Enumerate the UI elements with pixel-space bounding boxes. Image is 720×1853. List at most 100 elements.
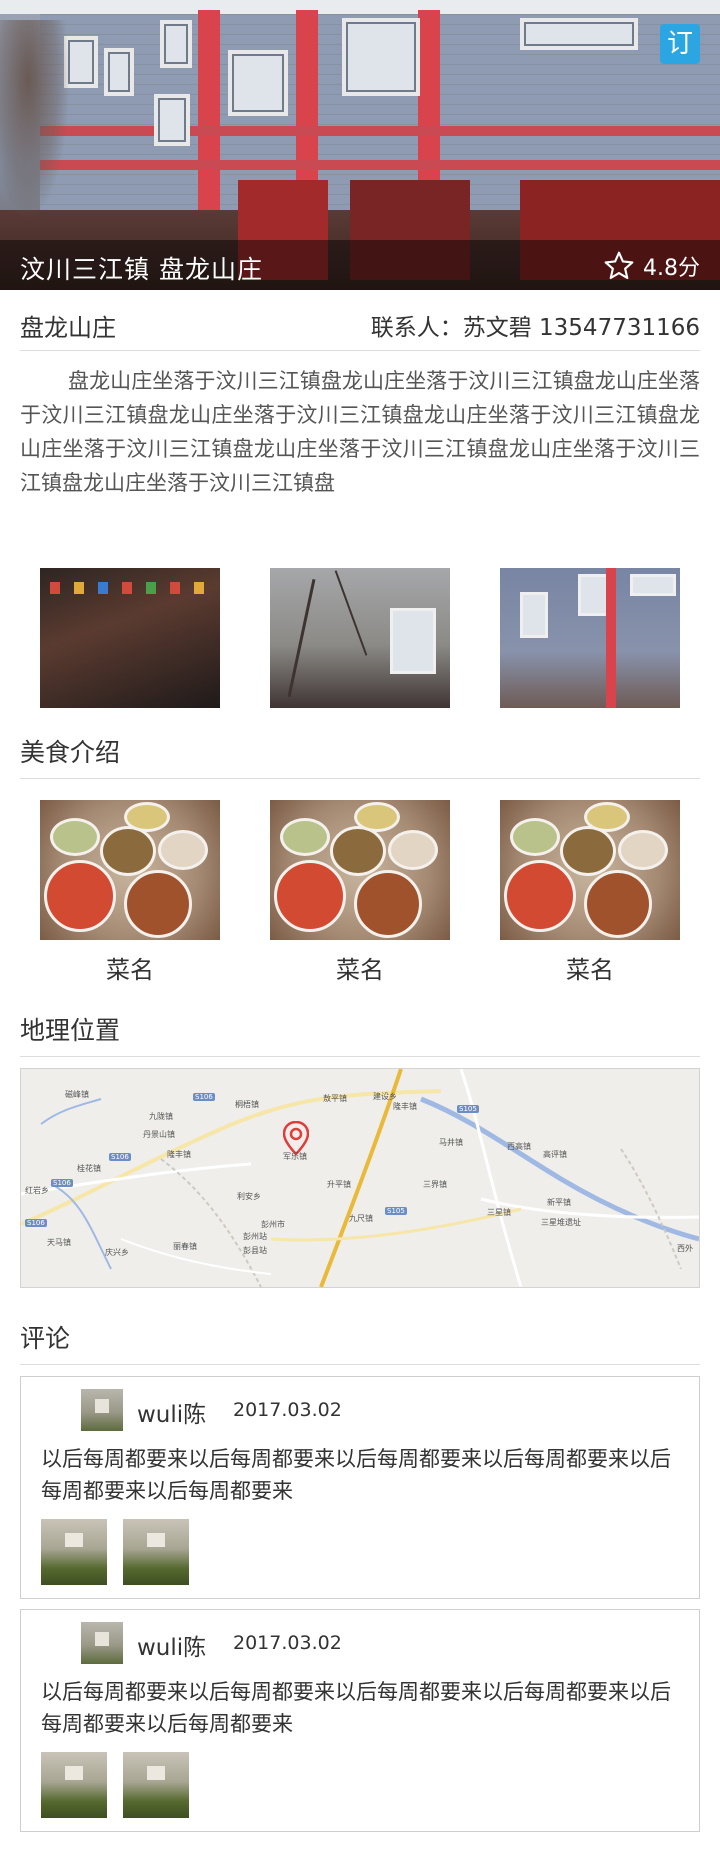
hero-red-pillar [198, 10, 220, 240]
map-road-tag: S105 [457, 1105, 479, 1113]
dish-detail [560, 826, 616, 876]
photo-detail [122, 582, 132, 594]
dish-item[interactable]: 菜名 [500, 800, 680, 985]
map-pin-icon[interactable] [283, 1121, 309, 1155]
dish-detail [158, 830, 208, 870]
map-road-tag: S106 [51, 1179, 73, 1187]
map-place-label: 西外 [677, 1244, 693, 1253]
map-place-label: 彭县站 [243, 1246, 267, 1255]
comment-photos [41, 1752, 189, 1818]
rating: 4.8分 [603, 250, 700, 282]
book-button[interactable]: 订 [660, 24, 700, 64]
map-place-label: 高评镇 [543, 1150, 567, 1159]
dish-detail [330, 826, 386, 876]
venue-name: 盘龙山庄 [20, 313, 116, 342]
rating-value: 4.8分 [643, 256, 700, 281]
photo-detail [334, 570, 368, 656]
map-place-label: 三星堆遗址 [541, 1218, 581, 1227]
map-place-label: 三星镇 [487, 1208, 511, 1217]
map-place-label: 桐梧镇 [235, 1100, 259, 1109]
photo-detail [170, 582, 180, 594]
photo-detail [630, 574, 676, 596]
avatar[interactable] [81, 1622, 123, 1664]
hero-title: 汶川三江镇 盘龙山庄 [20, 255, 263, 284]
dish-image[interactable] [270, 800, 450, 940]
comment-date: 2017.03.02 [233, 1632, 342, 1654]
photo-detail [390, 608, 436, 674]
hero-window [520, 18, 638, 50]
location-map[interactable]: 磁峰镇 九陇镇 桐梧镇 敖平镇 建设乡 隆丰镇 丹景山镇 隆丰镇 军乐镇 马井镇… [20, 1068, 700, 1288]
comment-card: wuli陈 2017.03.02 以后每周都要来以后每周都要来以后每周都要来以后… [20, 1376, 700, 1599]
dish-detail [584, 802, 630, 832]
photo-detail [606, 568, 616, 708]
map-place-label: 磁峰镇 [65, 1090, 89, 1099]
map-place-label: 马井镇 [439, 1138, 463, 1147]
dish-detail [388, 830, 438, 870]
hero-sky [0, 0, 720, 14]
hero-banner: 汶川三江镇 盘龙山庄 4.8分 订 [0, 0, 720, 290]
dish-detail [50, 818, 100, 856]
gallery-photo[interactable] [40, 568, 220, 708]
photo-gallery [40, 568, 680, 708]
photo-detail [146, 582, 156, 594]
hero-window [342, 18, 420, 96]
dish-item[interactable]: 菜名 [40, 800, 220, 985]
contact-info[interactable]: 联系人：苏文碧 13547731166 [371, 308, 700, 342]
dish-name: 菜名 [106, 956, 154, 984]
star-outline-icon[interactable] [603, 250, 635, 282]
dish-name: 菜名 [566, 956, 614, 984]
dish-detail [44, 860, 116, 932]
map-place-label: 西高镇 [507, 1142, 531, 1151]
map-road-tag: S106 [193, 1093, 215, 1101]
map-place-label: 军乐镇 [283, 1152, 307, 1161]
comment-photos [41, 1519, 189, 1585]
avatar[interactable] [81, 1389, 123, 1431]
comment-photo[interactable] [123, 1519, 189, 1585]
dish-detail [280, 818, 330, 856]
map-road-tag: S105 [385, 1207, 407, 1215]
section-title-comments: 评论 [20, 1314, 700, 1365]
comment-username: wuli陈 [137, 1635, 207, 1661]
comment-photo[interactable] [41, 1752, 107, 1818]
map-place-label: 三界镇 [423, 1180, 447, 1189]
map-place-label: 敖平镇 [323, 1094, 347, 1103]
dish-item[interactable]: 菜名 [270, 800, 450, 985]
dish-image[interactable] [500, 800, 680, 940]
hero-window [154, 94, 190, 146]
comment-text: 以后每周都要来以后每周都要来以后每周都要来以后每周都要来以后每周都要来以后每周都… [41, 1680, 671, 1736]
photo-detail [50, 582, 60, 594]
map-place-label: 丹景山镇 [143, 1130, 175, 1139]
dish-detail [510, 818, 560, 856]
section-title-location: 地理位置 [20, 1006, 700, 1057]
dish-detail [124, 870, 192, 938]
hero-red-band [40, 126, 720, 136]
map-place-label: 红岩乡 [25, 1186, 49, 1195]
comment-card: wuli陈 2017.03.02 以后每周都要来以后每周都要来以后每周都要来以后… [20, 1609, 700, 1832]
info-row: 盘龙山庄 联系人：苏文碧 13547731166 [20, 300, 700, 351]
comment-date: 2017.03.02 [233, 1399, 342, 1421]
comment-photo[interactable] [41, 1519, 107, 1585]
hero-tree [0, 20, 70, 220]
hero-red-band [40, 160, 720, 170]
hero-window [228, 50, 288, 116]
photo-detail [520, 592, 548, 638]
map-place-label: 利安乡 [237, 1192, 261, 1201]
map-place-label: 九尺镇 [349, 1214, 373, 1223]
map-place-label: 彭州站 [243, 1232, 267, 1241]
dish-detail [618, 830, 668, 870]
gallery-photo[interactable] [500, 568, 680, 708]
map-place-label: 新平镇 [547, 1198, 571, 1207]
comment-photo[interactable] [123, 1752, 189, 1818]
comment-text: 以后每周都要来以后每周都要来以后每周都要来以后每周都要来以后每周都要来以后每周都… [41, 1447, 671, 1503]
hero-window [160, 20, 192, 68]
gallery-photo[interactable] [270, 568, 450, 708]
dish-image[interactable] [40, 800, 220, 940]
dish-detail [124, 802, 170, 832]
dish-detail [274, 860, 346, 932]
hero-window [104, 48, 134, 96]
dish-detail [504, 860, 576, 932]
dish-detail [584, 870, 652, 938]
page: 汶川三江镇 盘龙山庄 4.8分 订 盘龙山庄 联系人：苏文碧 135477311… [0, 0, 720, 1853]
map-place-label: 庆兴乡 [105, 1248, 129, 1257]
dish-name: 菜名 [336, 956, 384, 984]
